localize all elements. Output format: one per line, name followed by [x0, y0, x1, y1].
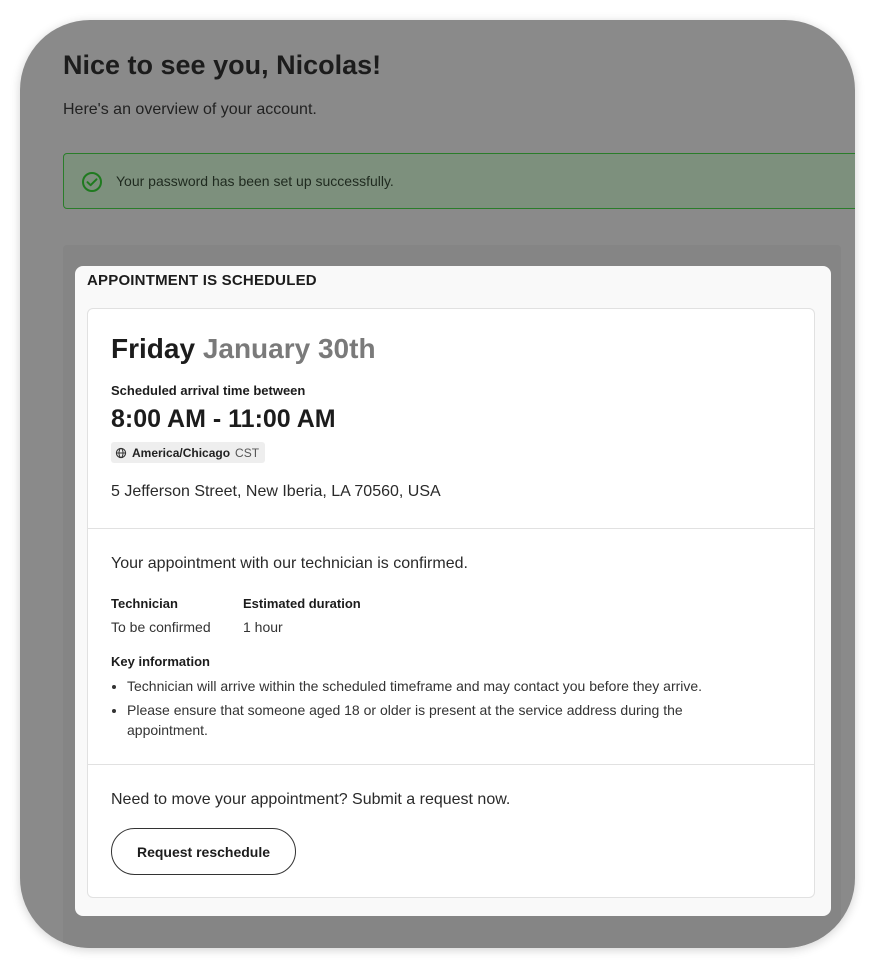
duration-label: Estimated duration: [243, 596, 361, 611]
appointment-info-section: Your appointment with our technician is …: [88, 528, 814, 765]
arrival-window: 8:00 AM - 11:00 AM: [111, 405, 336, 433]
appointment-details-panel: Friday January 30th Scheduled arrival ti…: [87, 308, 815, 898]
globe-icon: [115, 447, 127, 458]
appointment-status-title: APPOINTMENT IS SCHEDULED: [87, 272, 317, 289]
key-information-list: Technician will arrive within the schedu…: [111, 676, 767, 744]
timezone-badge: America/Chicago CST: [111, 442, 266, 463]
technician-label: Technician: [111, 596, 178, 611]
app-window: Nice to see you, Nicolas! Here's an over…: [20, 20, 855, 948]
page-title: Nice to see you, Nicolas!: [63, 50, 382, 80]
list-item: Please ensure that someone aged 18 or ol…: [127, 700, 767, 740]
timezone-name: America/Chicago: [132, 445, 231, 460]
request-reschedule-button[interactable]: Request reschedule: [111, 828, 296, 875]
appointment-card: APPOINTMENT IS SCHEDULED Friday January …: [75, 266, 831, 916]
check-circle-icon: [82, 172, 102, 192]
alert-message: Your password has been set up successful…: [116, 173, 394, 189]
key-information-label: Key information: [111, 654, 210, 669]
technician-value: To be confirmed: [111, 619, 211, 635]
page-subtitle: Here's an overview of your account.: [63, 101, 317, 118]
arrival-window-label: Scheduled arrival time between: [111, 383, 306, 398]
appointment-calendar-date: January 30th: [202, 333, 376, 364]
appointment-date: Friday January 30th: [111, 333, 376, 365]
duration-value: 1 hour: [243, 619, 283, 635]
success-alert: Your password has been set up successful…: [63, 153, 855, 209]
list-item: Technician will arrive within the schedu…: [127, 676, 767, 696]
timezone-abbreviation: CST: [235, 445, 260, 460]
appointment-day: Friday: [111, 333, 196, 364]
reschedule-section: Need to move your appointment? Submit a …: [88, 764, 814, 897]
reschedule-prompt: Need to move your appointment? Submit a …: [111, 791, 511, 808]
confirmation-message: Your appointment with our technician is …: [111, 555, 468, 572]
service-address: 5 Jefferson Street, New Iberia, LA 70560…: [111, 483, 441, 500]
appointment-schedule-section: Friday January 30th Scheduled arrival ti…: [88, 309, 814, 529]
